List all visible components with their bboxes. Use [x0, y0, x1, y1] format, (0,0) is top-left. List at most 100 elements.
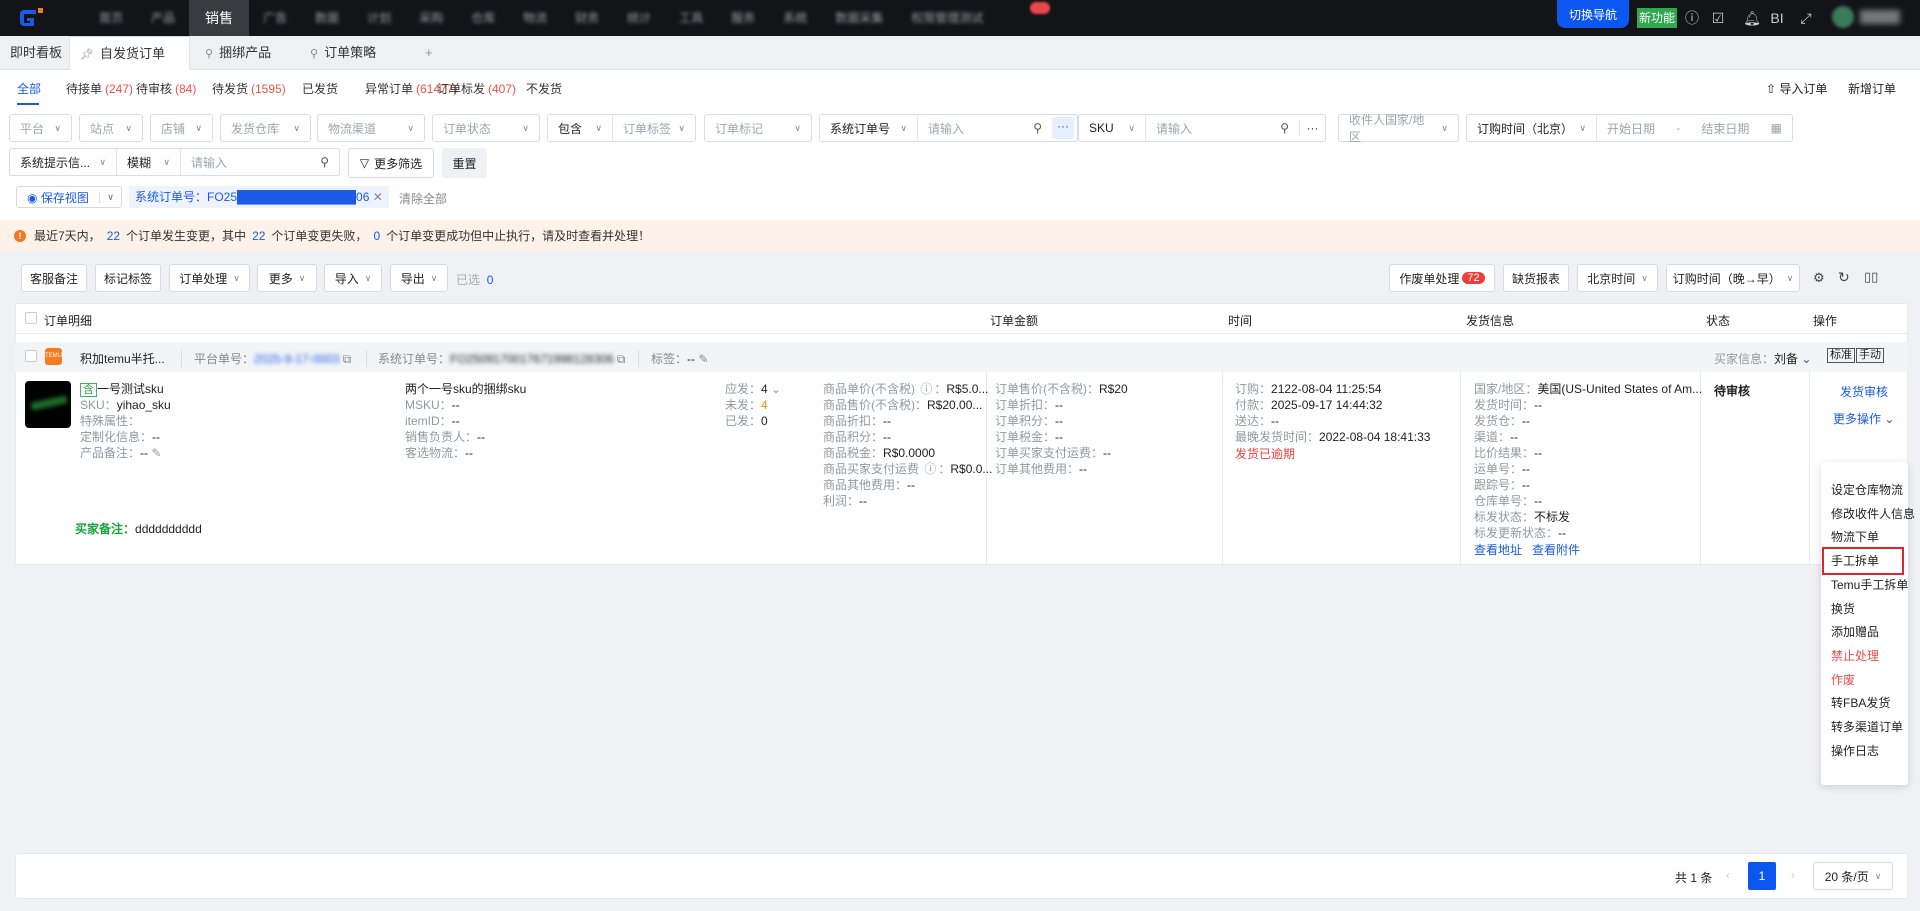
- order-checkbox[interactable]: [25, 350, 37, 362]
- select-all-checkbox[interactable]: [25, 312, 37, 324]
- nav-item[interactable]: 销售: [189, 0, 250, 36]
- mark-tag-button[interactable]: 标记标签: [95, 264, 161, 292]
- nav-item[interactable]: 系统: [769, 0, 821, 36]
- order-process-button[interactable]: 订单处理 ∨: [169, 264, 250, 292]
- logistics-select[interactable]: 物流渠道 ∨: [317, 114, 425, 142]
- nav-item[interactable]: 首页: [85, 0, 137, 36]
- import-button[interactable]: 导入 ∨: [324, 264, 382, 292]
- user-name[interactable]: [1860, 10, 1900, 24]
- sys-order-input[interactable]: 请输入: [928, 120, 964, 137]
- order-mark-select[interactable]: 订单标记 ∨: [704, 114, 812, 142]
- page-1-button[interactable]: 1: [1748, 862, 1776, 890]
- start-date-input[interactable]: 开始日期: [1607, 120, 1655, 137]
- chevron-down-icon[interactable]: ⌄: [771, 382, 781, 396]
- filter-chip[interactable]: 系统订单号：FO25██████████████06 ✕: [129, 186, 389, 208]
- cs-note-button[interactable]: 客服备注: [21, 264, 87, 292]
- copy-icon[interactable]: ⧉: [617, 352, 626, 366]
- shop-select[interactable]: 店铺 ∨: [150, 114, 213, 142]
- site-select[interactable]: 站点 ∨: [79, 114, 143, 142]
- menu-item-1[interactable]: 修改收件人信息: [1831, 505, 1915, 522]
- status-tab[interactable]: 待接单 (247): [66, 80, 133, 97]
- import-order-button[interactable]: ⇧ 导入订单: [1766, 80, 1827, 97]
- menu-item-0[interactable]: 设定仓库物流: [1831, 481, 1903, 498]
- tab-dashboard[interactable]: 即时看板: [0, 36, 72, 70]
- info-icon[interactable]: ⓘ: [1682, 8, 1702, 28]
- product-name[interactable]: 一号测试sku: [97, 382, 164, 396]
- menu-item-9[interactable]: 转FBA发货: [1831, 694, 1890, 711]
- void-process-button[interactable]: 作废单处理 72: [1389, 264, 1495, 292]
- status-tab[interactable]: 待发货 (1595): [212, 80, 286, 97]
- nav-item[interactable]: 产品: [137, 0, 189, 36]
- search-icon[interactable]: ⚲: [1033, 121, 1042, 135]
- nav-item[interactable]: 物流: [509, 0, 561, 36]
- copy-icon[interactable]: ⧉: [343, 352, 352, 366]
- menu-item-5[interactable]: 换货: [1831, 600, 1855, 617]
- more-icon[interactable]: ···: [1052, 117, 1074, 139]
- menu-item-8[interactable]: 作废: [1831, 671, 1855, 688]
- sort-select[interactable]: 订购时间（晚→早） ∨: [1666, 264, 1800, 292]
- export-button[interactable]: 导出 ∨: [390, 264, 448, 292]
- alert-count[interactable]: 22: [252, 229, 265, 243]
- columns-icon[interactable]: ▯▯: [1864, 269, 1878, 285]
- edit-icon[interactable]: ✎: [698, 352, 708, 366]
- sys-hint-search[interactable]: 系统提示信... ∨ 模糊 ∨ 请输入 ⚲: [9, 148, 340, 176]
- view-address-link[interactable]: 查看地址: [1474, 543, 1522, 557]
- settings-icon[interactable]: ⚙: [1813, 270, 1825, 286]
- menu-item-6[interactable]: 添加赠品: [1831, 623, 1879, 640]
- search-icon[interactable]: ⚲: [320, 155, 329, 169]
- nav-item[interactable]: 财务: [561, 0, 613, 36]
- next-page-button[interactable]: ›: [1791, 868, 1795, 882]
- chevron-down-icon[interactable]: ⌄: [1801, 352, 1811, 366]
- chevron-down-icon[interactable]: ∨: [99, 191, 121, 203]
- warehouse-select[interactable]: 发货仓库 ∨: [220, 114, 311, 142]
- tab-order-strategy[interactable]: ⚲ 订单策略: [300, 36, 386, 70]
- view-attachment-link[interactable]: 查看附件: [1532, 543, 1580, 557]
- clear-all-button[interactable]: 清除全部: [399, 190, 447, 207]
- sku-search[interactable]: SKU ∨ 请输入 ⚲ ···: [1078, 114, 1326, 142]
- logo[interactable]: [16, 6, 46, 30]
- nav-item[interactable]: 仓库: [457, 0, 509, 36]
- calendar-check-icon[interactable]: ☑: [1708, 8, 1728, 28]
- bi-icon[interactable]: BI: [1766, 8, 1788, 28]
- status-tab[interactable]: 待审核 (84): [136, 80, 196, 97]
- sys-no-value[interactable]: FO2509170017671998128306: [450, 352, 614, 366]
- status-tab[interactable]: 全部: [17, 80, 44, 97]
- nav-item[interactable]: 工具: [665, 0, 717, 36]
- new-feature-button[interactable]: 新功能: [1637, 8, 1677, 28]
- hint-input[interactable]: 请输入: [191, 154, 227, 171]
- nav-item[interactable]: 服务: [717, 0, 769, 36]
- nav-item[interactable]: 统计: [613, 0, 665, 36]
- platform-no-value[interactable]: 2025-9-17-0003: [254, 352, 339, 366]
- sku-input[interactable]: 请输入: [1156, 120, 1192, 137]
- more-ops-link[interactable]: 更多操作 ⌄: [1833, 410, 1894, 427]
- save-view-button[interactable]: ◉ 保存视图 ∨: [16, 186, 122, 208]
- alert-count[interactable]: 0: [373, 229, 380, 243]
- status-tab[interactable]: 订单标发 (407): [437, 80, 516, 97]
- menu-item-7[interactable]: 禁止处理: [1831, 647, 1879, 664]
- order-time-range[interactable]: 订购时间（北京） ∨ 开始日期 - 结束日期 ▦: [1466, 114, 1793, 142]
- tab-bundle-products[interactable]: ⚲ 捆绑产品: [195, 36, 281, 70]
- menu-item-11[interactable]: 操作日志: [1831, 742, 1879, 759]
- timezone-select[interactable]: 北京时间 ∨: [1577, 264, 1658, 292]
- menu-item-4[interactable]: Temu手工拆单: [1831, 576, 1908, 593]
- ship-review-link[interactable]: 发货审核: [1840, 383, 1888, 400]
- prev-page-button[interactable]: ‹: [1726, 868, 1730, 882]
- close-icon[interactable]: ✕: [373, 190, 383, 204]
- edit-icon[interactable]: ✎: [151, 446, 161, 460]
- status-tab[interactable]: 已发货: [302, 80, 341, 97]
- more-icon[interactable]: ···: [1299, 121, 1325, 135]
- bell-icon[interactable]: 🔔︎: [1742, 8, 1762, 28]
- search-icon[interactable]: ⚲: [1280, 121, 1289, 135]
- reset-button[interactable]: 重置: [442, 148, 487, 178]
- more-button[interactable]: 更多 ∨: [257, 264, 317, 292]
- new-order-button[interactable]: 新增订单: [1848, 80, 1896, 97]
- stock-report-button[interactable]: 缺货报表: [1503, 264, 1569, 292]
- country-select[interactable]: 收件人国家/地区 ∨: [1338, 113, 1459, 144]
- more-filter-button[interactable]: ▽ 更多筛选: [348, 148, 434, 178]
- tab-self-ship-orders[interactable]: 📌︎ 自发货订单: [69, 36, 190, 70]
- status-tab[interactable]: 不发货: [526, 80, 565, 97]
- fullscreen-icon[interactable]: ⤢: [1796, 8, 1816, 28]
- nav-item[interactable]: 数据采集: [821, 0, 897, 36]
- nav-item[interactable]: 广告: [249, 0, 301, 36]
- alert-count[interactable]: 22: [107, 229, 120, 243]
